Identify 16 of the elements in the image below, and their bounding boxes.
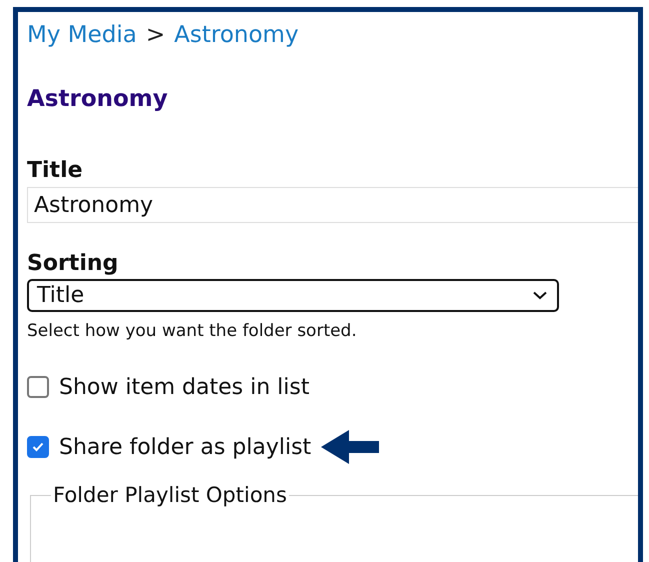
checkmark-icon	[32, 442, 44, 452]
checkbox[interactable]	[27, 376, 49, 398]
breadcrumb-separator: >	[146, 22, 166, 48]
breadcrumb-link[interactable]: My Media	[27, 22, 137, 48]
chevron-down-icon	[533, 291, 547, 300]
field-label: Sorting	[27, 251, 120, 277]
folder-heading: Astronomy	[27, 86, 169, 114]
sorting-dropdown[interactable]: Title	[27, 279, 559, 312]
checkbox-label: Show item dates in list	[59, 374, 310, 400]
group-legend: Folder Playlist Options	[51, 483, 289, 507]
checkbox-label: Share folder as playlist	[59, 434, 312, 460]
sorting-hint: Select how you want the folder sorted.	[27, 321, 358, 341]
checkbox[interactable]	[27, 436, 49, 458]
breadcrumb-link[interactable]: Astronomy	[174, 22, 299, 48]
title-input-field[interactable]: Astronomy	[27, 187, 638, 223]
field-label: Title	[27, 158, 84, 184]
